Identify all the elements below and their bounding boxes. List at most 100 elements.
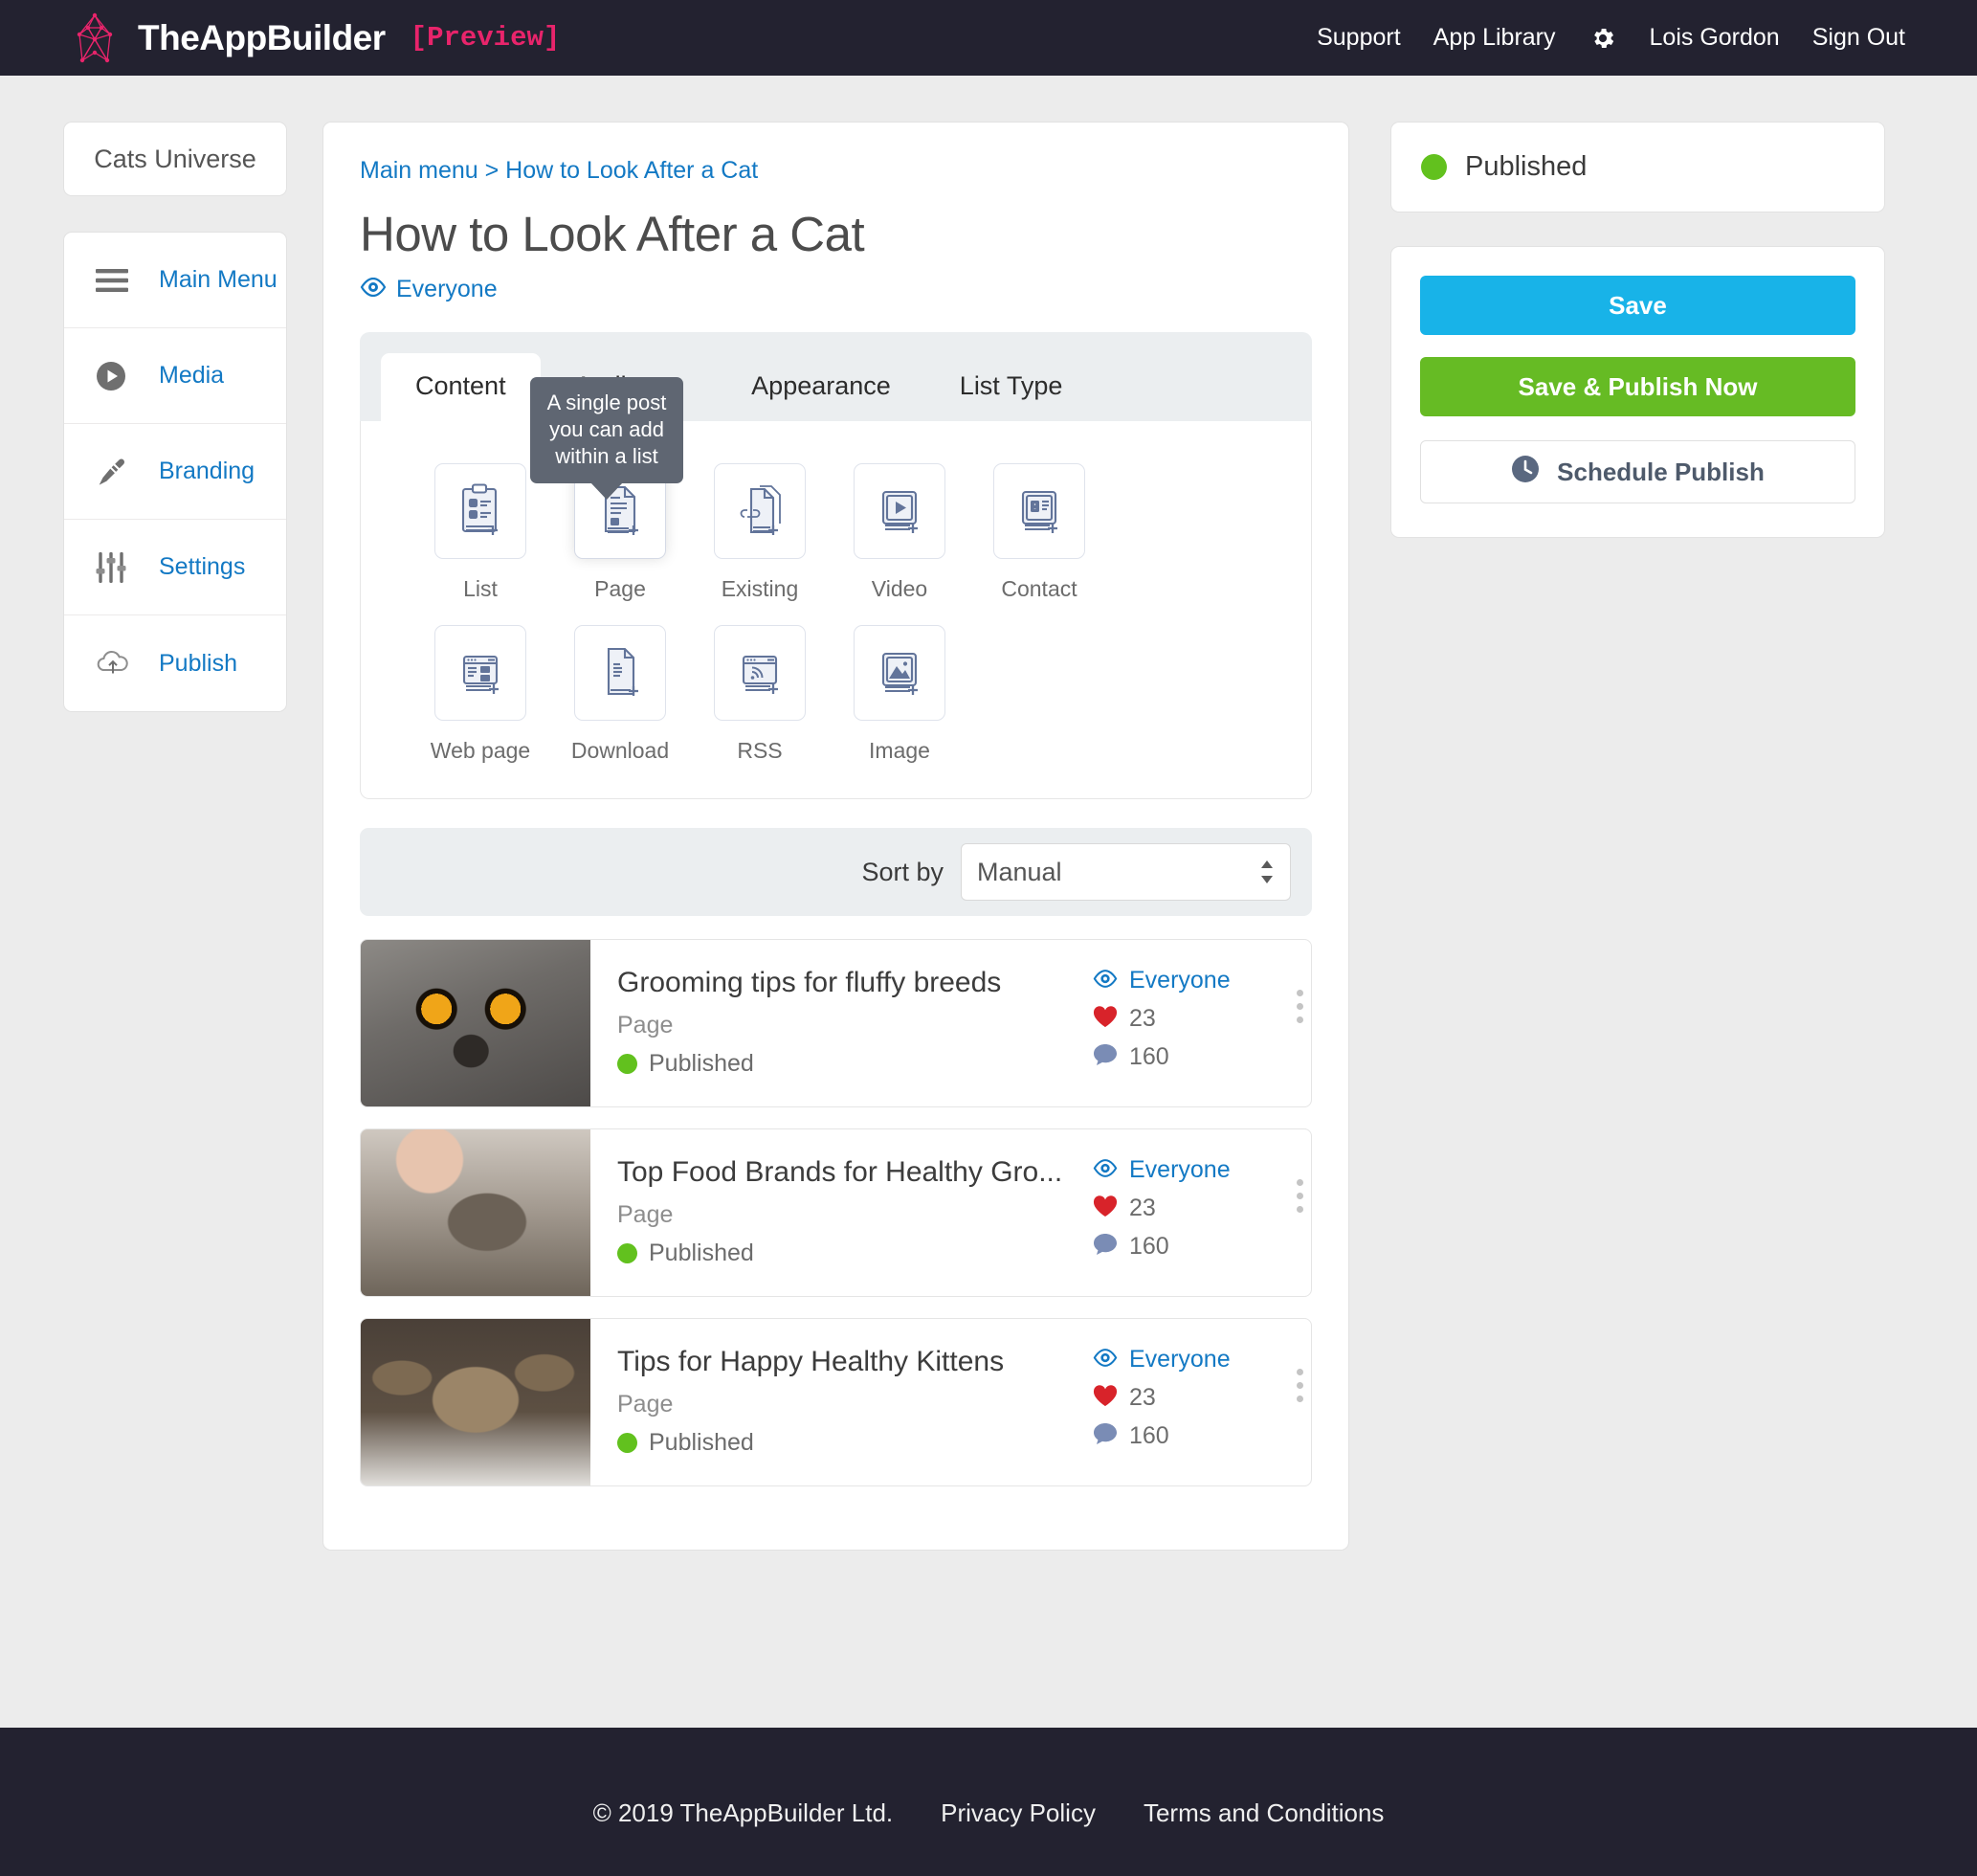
sidebar-item-publish[interactable]: Publish	[64, 615, 286, 711]
nav-user-name[interactable]: Lois Gordon	[1650, 24, 1780, 52]
content-type-label: Existing	[721, 576, 799, 601]
list-item-status: Published	[617, 1050, 1093, 1078]
list-item-thumbnail	[361, 1129, 590, 1296]
list-item[interactable]: Tips for Happy Healthy Kittens Page Publ…	[360, 1318, 1312, 1486]
content-type-rss[interactable]: RSS	[690, 625, 830, 764]
content-type-list[interactable]: List	[411, 463, 550, 602]
sort-by-select[interactable]: Manual	[961, 843, 1291, 901]
nav-support[interactable]: Support	[1317, 24, 1401, 52]
page-audience[interactable]: Everyone	[360, 276, 1312, 303]
list-item-audience[interactable]: Everyone	[1093, 967, 1284, 994]
content-type-web-page[interactable]: Web page	[411, 625, 550, 764]
eye-icon	[1093, 969, 1118, 993]
tab-content[interactable]: Content	[381, 353, 541, 421]
status-dot-icon	[617, 1054, 637, 1074]
video-add-icon	[854, 463, 945, 559]
publish-actions-card: Save Save & Publish Now Schedule Publish	[1390, 246, 1885, 538]
brand-logo[interactable]: TheAppBuilder [Preview]	[67, 11, 560, 66]
list-item-thumbnail	[361, 1319, 590, 1485]
list-item-audience[interactable]: Everyone	[1093, 1156, 1284, 1184]
gear-icon[interactable]	[1588, 24, 1617, 53]
save-and-publish-button[interactable]: Save & Publish Now	[1420, 357, 1855, 416]
main-column: Main menu > How to Look After a Cat How …	[287, 122, 1349, 1551]
page-title: How to Look After a Cat	[360, 207, 865, 261]
content-type-label: Contact	[1001, 576, 1077, 601]
breadcrumb: Main menu > How to Look After a Cat	[360, 157, 1312, 185]
list-item-stats: Everyone 23 160	[1093, 1154, 1284, 1296]
list-item-likes-count: 23	[1129, 1384, 1156, 1411]
publish-status-card: Published	[1390, 122, 1885, 212]
list-item-main: Grooming tips for fluffy breeds Page Pub…	[617, 965, 1093, 1106]
clock-icon	[1511, 455, 1540, 490]
cloud-upload-icon	[96, 650, 138, 677]
list-item-title: Tips for Happy Healthy Kittens	[617, 1346, 1005, 1377]
content-type-row-1: List Page Existing Video Contact	[411, 463, 1261, 602]
list-item[interactable]: Top Food Brands for Healthy Gro... Page …	[360, 1128, 1312, 1297]
heart-icon	[1093, 1195, 1118, 1222]
contact-card-add-icon	[993, 463, 1085, 559]
comment-icon	[1093, 1043, 1118, 1071]
tab-list-type[interactable]: List Type	[925, 353, 1098, 421]
app-name-card[interactable]: Cats Universe	[63, 122, 287, 196]
breadcrumb-separator: >	[478, 157, 506, 184]
list-item-status-label: Published	[649, 1240, 754, 1266]
list-item-type: Page	[617, 1201, 674, 1228]
content-type-contact[interactable]: Contact	[969, 463, 1109, 602]
top-navigation: Support App Library Lois Gordon Sign Out	[1317, 24, 1905, 53]
list-item-main: Tips for Happy Healthy Kittens Page Publ…	[617, 1344, 1093, 1485]
content-type-label: List	[463, 576, 498, 601]
list-item-likes: 23	[1093, 1195, 1284, 1222]
content-type-label: RSS	[737, 738, 783, 763]
nav-sign-out[interactable]: Sign Out	[1812, 24, 1905, 52]
chevron-updown-icon	[1259, 860, 1275, 884]
save-button[interactable]: Save	[1420, 276, 1855, 335]
list-item-stats: Everyone 23 160	[1093, 1344, 1284, 1485]
list-item-likes-count: 23	[1129, 1195, 1156, 1221]
sidebar-item-label: Main Menu	[159, 266, 278, 293]
list-item-audience[interactable]: Everyone	[1093, 1346, 1284, 1374]
paintbrush-icon	[96, 456, 138, 488]
list-item-status: Published	[617, 1240, 1093, 1267]
clipboard-add-icon	[434, 463, 526, 559]
sidebar-item-label: Settings	[159, 553, 246, 580]
sidebar-item-main-menu[interactable]: Main Menu	[64, 233, 286, 328]
status-dot-icon	[617, 1243, 637, 1263]
nav-app-library[interactable]: App Library	[1433, 24, 1556, 52]
browser-add-icon	[434, 625, 526, 721]
list-item-menu-button[interactable]	[1297, 1179, 1303, 1213]
sidebar-item-media[interactable]: Media	[64, 328, 286, 424]
page-body: Cats Universe Main Menu Media Branding S…	[0, 76, 1977, 1779]
content-type-existing[interactable]: Existing	[690, 463, 830, 602]
appbuilder-logo-icon	[67, 11, 122, 66]
list-item[interactable]: Grooming tips for fluffy breeds Page Pub…	[360, 939, 1312, 1107]
eye-icon	[1093, 1348, 1118, 1372]
schedule-publish-button[interactable]: Schedule Publish	[1420, 440, 1855, 503]
footer-privacy-policy-link[interactable]: Privacy Policy	[941, 1798, 1096, 1828]
hamburger-icon	[96, 268, 138, 293]
sliders-icon	[96, 551, 138, 583]
list-item-type: Page	[617, 1391, 674, 1418]
heart-icon	[1093, 1384, 1118, 1412]
sidebar-nav: Main Menu Media Branding Settings Publis…	[63, 232, 287, 712]
content-type-image[interactable]: Image	[830, 625, 969, 764]
list-item-menu-button[interactable]	[1297, 1369, 1303, 1402]
content-list: Grooming tips for fluffy breeds Page Pub…	[360, 939, 1312, 1486]
status-dot-icon	[617, 1433, 637, 1453]
publish-status-label: Published	[1465, 151, 1588, 182]
sidebar-item-label: Publish	[159, 649, 237, 677]
sidebar-item-branding[interactable]: Branding	[64, 424, 286, 520]
list-item-body: Tips for Happy Healthy Kittens Page Publ…	[590, 1319, 1311, 1485]
breadcrumb-current[interactable]: How to Look After a Cat	[505, 157, 758, 184]
brand-preview-badge: [Preview]	[410, 22, 561, 54]
footer-terms-link[interactable]: Terms and Conditions	[1144, 1798, 1384, 1828]
tab-appearance[interactable]: Appearance	[717, 353, 925, 421]
content-type-video[interactable]: Video	[830, 463, 969, 602]
sidebar-item-settings[interactable]: Settings	[64, 520, 286, 615]
list-item-thumbnail	[361, 940, 590, 1106]
list-item-menu-button[interactable]	[1297, 990, 1303, 1023]
sidebar: Cats Universe Main Menu Media Branding S…	[0, 122, 287, 712]
breadcrumb-root[interactable]: Main menu	[360, 157, 478, 184]
schedule-publish-label: Schedule Publish	[1557, 457, 1765, 486]
eye-icon	[1093, 1158, 1118, 1182]
content-type-download[interactable]: Download	[550, 625, 690, 764]
